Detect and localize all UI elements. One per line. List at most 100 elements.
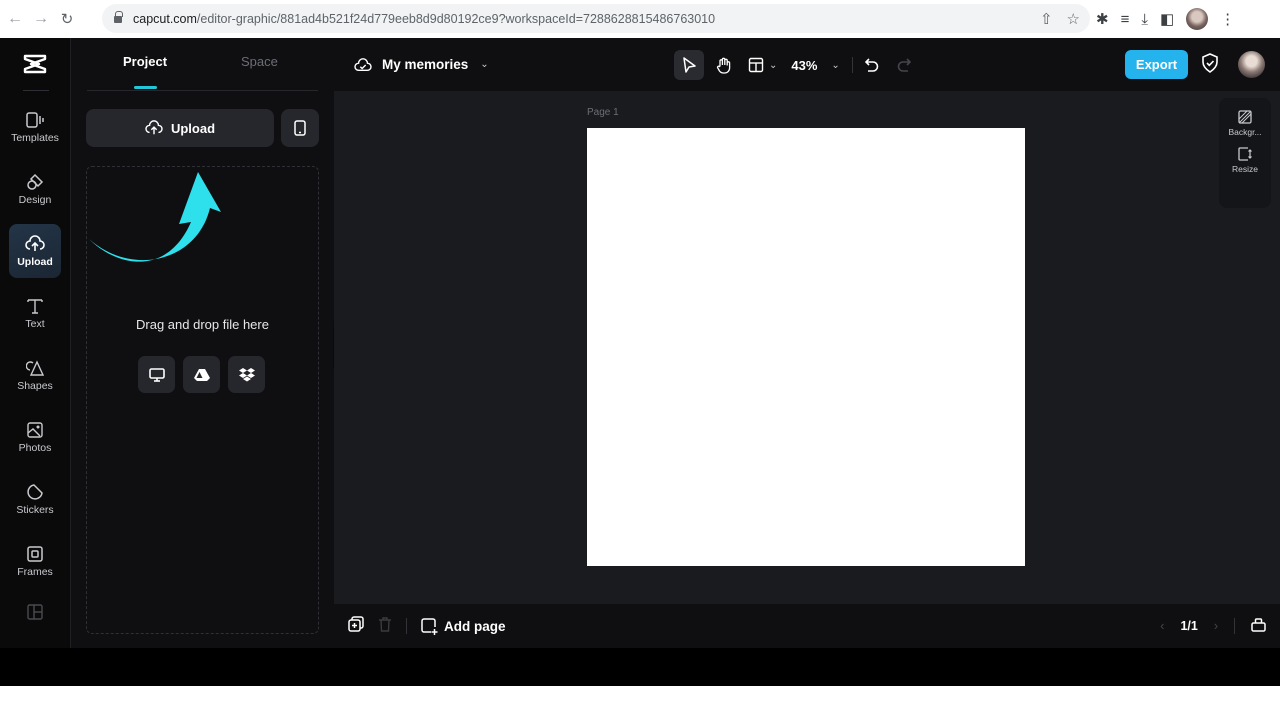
drop-text: Drag and drop file here bbox=[136, 317, 269, 332]
chevron-down-icon[interactable]: ⌄ bbox=[480, 59, 488, 70]
upload-from-dropbox-button[interactable] bbox=[228, 356, 265, 393]
hand-tool-button[interactable] bbox=[714, 50, 734, 80]
nav-rail: Templates Design Upload Text Shapes Phot… bbox=[0, 38, 71, 648]
layout-icon bbox=[748, 57, 764, 73]
rail-item-shapes[interactable]: Shapes bbox=[9, 348, 61, 402]
media-control-icon[interactable]: ≡ bbox=[1121, 11, 1130, 28]
select-tool-button[interactable] bbox=[674, 50, 704, 80]
download-icon[interactable]: ⤓ bbox=[1141, 11, 1148, 28]
upload-from-phone-button[interactable] bbox=[281, 109, 319, 147]
rail-item-upload[interactable]: Upload bbox=[9, 224, 61, 278]
zoom-level[interactable]: 43% bbox=[791, 58, 817, 73]
computer-icon bbox=[148, 367, 165, 382]
bottombar-divider bbox=[406, 618, 407, 634]
rail-item-text[interactable]: Text bbox=[9, 286, 61, 340]
menu-icon[interactable]: ⋮ bbox=[1220, 10, 1235, 28]
hand-icon bbox=[716, 57, 731, 74]
rail-item-templates[interactable]: Templates bbox=[9, 100, 61, 154]
phone-icon bbox=[294, 120, 306, 136]
forward-icon[interactable]: → bbox=[30, 8, 52, 30]
bottombar-divider bbox=[1234, 618, 1235, 634]
chevron-down-icon: ⌄ bbox=[769, 59, 778, 71]
rail-item-design[interactable]: Design bbox=[9, 162, 61, 216]
background-button[interactable]: Backgr... bbox=[1228, 110, 1262, 137]
capcut-editor: Templates Design Upload Text Shapes Phot… bbox=[0, 38, 1280, 648]
duplicate-page-icon bbox=[348, 615, 364, 632]
reload-icon[interactable]: ↻ bbox=[56, 8, 78, 30]
pointer-icon bbox=[683, 57, 696, 73]
photos-icon bbox=[25, 420, 45, 440]
layout-menu-button[interactable]: ⌄ bbox=[748, 50, 777, 80]
bookmark-star-icon[interactable]: ☆ bbox=[1067, 10, 1080, 28]
canvas-tools: ⌄ 43% ⌄ bbox=[674, 50, 911, 80]
rail-item-stickers[interactable]: Stickers bbox=[9, 472, 61, 526]
design-icon bbox=[25, 172, 45, 192]
browser-toolbar: ← → ↻ capcut.com/editor-graphic/881ad4b5… bbox=[0, 0, 1280, 38]
templates-icon bbox=[25, 110, 45, 130]
upload-from-google-drive-button[interactable] bbox=[183, 356, 220, 393]
toolbar-divider bbox=[851, 57, 853, 73]
upload-cloud-icon bbox=[145, 120, 163, 135]
tab-space[interactable]: Space bbox=[241, 54, 278, 69]
export-button[interactable]: Export bbox=[1125, 50, 1188, 79]
share-icon[interactable]: ⇧ bbox=[1040, 10, 1053, 28]
page-bar: Add page ‹ 1/1 › bbox=[334, 604, 1280, 648]
panel-tabs: Project Space bbox=[87, 38, 318, 91]
add-page-button[interactable]: Add page bbox=[421, 617, 506, 635]
extensions-icon[interactable]: ✱ bbox=[1096, 10, 1109, 28]
cloud-saved-icon[interactable] bbox=[354, 57, 372, 73]
url-text[interactable]: capcut.com/editor-graphic/881ad4b521f24d… bbox=[133, 12, 715, 26]
address-bar[interactable]: capcut.com/editor-graphic/881ad4b521f24d… bbox=[102, 4, 1090, 33]
resize-button[interactable]: Resize bbox=[1232, 147, 1258, 174]
shield-icon[interactable] bbox=[1201, 53, 1219, 73]
upload-button[interactable]: Upload bbox=[86, 109, 274, 147]
rail-item-layout[interactable] bbox=[9, 586, 61, 640]
canvas-page[interactable] bbox=[587, 128, 1025, 566]
background-icon bbox=[1238, 110, 1252, 124]
drop-zone[interactable]: Drag and drop file here bbox=[86, 166, 319, 634]
upload-from-computer-button[interactable] bbox=[138, 356, 175, 393]
bottom-bar-black bbox=[0, 648, 1280, 686]
tab-project[interactable]: Project bbox=[123, 54, 167, 69]
expand-pages-button[interactable] bbox=[1251, 617, 1266, 635]
lock-icon[interactable] bbox=[114, 10, 123, 24]
canvas-area: Page 1 Backgr... Resize bbox=[334, 91, 1280, 604]
duplicate-page-button[interactable] bbox=[348, 615, 364, 637]
rail-item-photos[interactable]: Photos bbox=[9, 410, 61, 464]
rail-item-frames[interactable]: Frames bbox=[9, 534, 61, 588]
undo-button[interactable] bbox=[864, 50, 879, 80]
active-tab-indicator bbox=[134, 86, 157, 89]
dropbox-icon bbox=[238, 367, 255, 381]
editor-topbar: My memories ⌄ ⌄ 43% ⌄ Export bbox=[334, 38, 1280, 91]
page-indicator: 1/1 bbox=[1180, 619, 1198, 633]
layout-icon bbox=[25, 602, 45, 622]
frames-icon bbox=[25, 544, 45, 564]
canvas-side-tools: Backgr... Resize bbox=[1219, 98, 1271, 208]
side-panel-icon[interactable]: ◧ bbox=[1160, 10, 1174, 28]
previous-page-button[interactable]: ‹ bbox=[1160, 619, 1164, 633]
stickers-icon bbox=[25, 482, 45, 502]
upload-panel: Project Space Upload Drag and drop file … bbox=[71, 38, 334, 648]
shapes-icon bbox=[25, 358, 45, 378]
pages-panel-icon bbox=[1251, 618, 1266, 632]
profile-avatar[interactable] bbox=[1186, 8, 1209, 30]
resize-icon bbox=[1238, 147, 1252, 161]
zoom-dropdown-icon[interactable]: ⌄ bbox=[831, 60, 839, 71]
delete-page-button[interactable] bbox=[378, 616, 392, 637]
user-avatar[interactable] bbox=[1238, 51, 1265, 78]
next-page-button[interactable]: › bbox=[1214, 619, 1218, 633]
google-drive-icon bbox=[193, 368, 210, 381]
back-icon[interactable]: ← bbox=[4, 8, 26, 30]
trash-icon bbox=[379, 616, 391, 632]
upload-cloud-icon bbox=[25, 234, 45, 254]
redo-icon bbox=[897, 58, 911, 72]
rail-divider bbox=[23, 90, 49, 91]
undo-icon bbox=[864, 58, 879, 72]
add-page-icon bbox=[421, 617, 438, 635]
text-icon bbox=[25, 296, 45, 316]
redo-button[interactable] bbox=[897, 50, 911, 80]
document-title[interactable]: My memories bbox=[382, 57, 468, 72]
arrow-annotation-icon bbox=[89, 172, 221, 262]
capcut-logo[interactable] bbox=[23, 54, 47, 74]
page-label[interactable]: Page 1 bbox=[587, 107, 619, 118]
